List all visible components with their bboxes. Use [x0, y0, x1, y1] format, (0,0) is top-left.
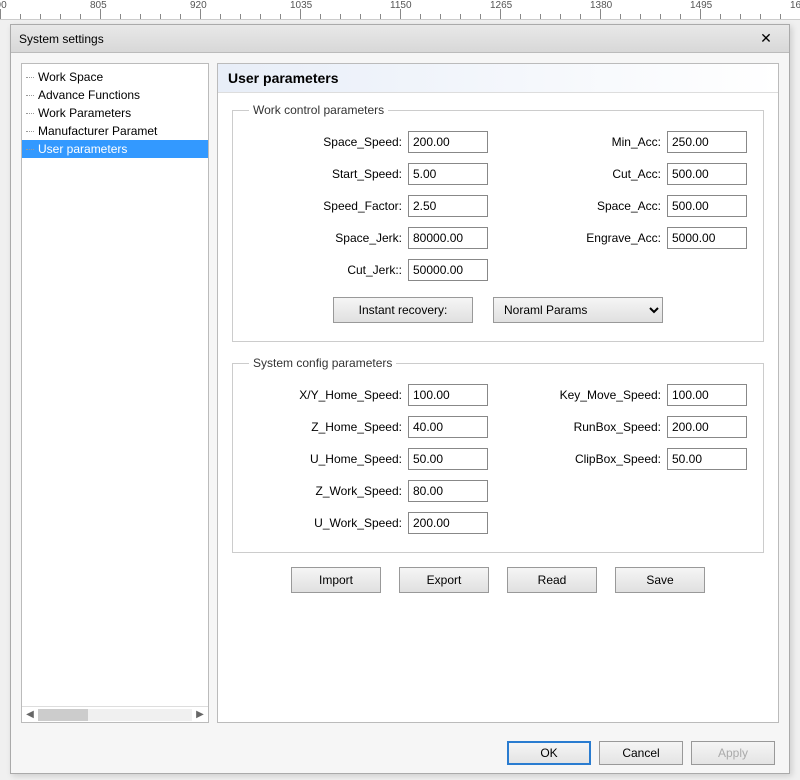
speed-factor-input[interactable] [408, 195, 488, 217]
param-label: Start_Speed: [332, 167, 402, 181]
system-config-parameters-group: System config parameters X/Y_Home_Speed:… [232, 356, 764, 553]
page-title: User parameters [218, 64, 778, 93]
runbox-speed-input[interactable] [667, 416, 747, 438]
dialog-title: System settings [19, 32, 104, 46]
param-label: Z_Home_Speed: [311, 420, 402, 434]
param-label: Space_Jerk: [335, 231, 402, 245]
ruler-label: 805 [90, 0, 107, 11]
param-row: ClipBox_Speed: [508, 448, 747, 470]
param-label: Cut_Acc: [612, 167, 661, 181]
param-label: ClipBox_Speed: [575, 452, 661, 466]
titlebar: System settings ✕ [11, 25, 789, 53]
tree-item-work-space[interactable]: Work Space [22, 68, 208, 86]
tree-item-manufacturer-paramet[interactable]: Manufacturer Paramet [22, 122, 208, 140]
ruler-label: 1265 [490, 0, 512, 11]
key-move-speed-input[interactable] [667, 384, 747, 406]
param-label: Space_Speed: [323, 135, 402, 149]
param-row: Key_Move_Speed: [508, 384, 747, 406]
param-row: Min_Acc: [508, 131, 747, 153]
dialog-body: Work SpaceAdvance FunctionsWork Paramete… [11, 53, 789, 733]
min-acc-input[interactable] [667, 131, 747, 153]
cancel-button[interactable]: Cancel [599, 741, 683, 765]
scroll-right-icon[interactable]: ▶ [192, 709, 208, 720]
param-label: Engrave_Acc: [586, 231, 661, 245]
content-inner: Work control parameters Space_Speed: Star… [218, 93, 778, 603]
param-row: Z_Work_Speed: [249, 480, 488, 502]
param-label: Min_Acc: [612, 135, 661, 149]
ruler-label: 920 [190, 0, 207, 11]
param-row: X/Y_Home_Speed: [249, 384, 488, 406]
param-row: U_Home_Speed: [249, 448, 488, 470]
tree-item-user-parameters[interactable]: User parameters [22, 140, 208, 158]
u-work-speed-input[interactable] [408, 512, 488, 534]
param-row: RunBox_Speed: [508, 416, 747, 438]
tree-item-advance-functions[interactable]: Advance Functions [22, 86, 208, 104]
param-label: Cut_Jerk:: [347, 263, 402, 277]
group-legend: System config parameters [249, 356, 396, 370]
group-legend: Work control parameters [249, 103, 388, 117]
param-row: Cut_Acc: [508, 163, 747, 185]
content-panel: User parameters Work control parameters … [217, 63, 779, 723]
param-label: Space_Acc: [597, 199, 661, 213]
start-speed-input[interactable] [408, 163, 488, 185]
param-label: X/Y_Home_Speed: [299, 388, 402, 402]
ruler-label: 690 [0, 0, 7, 11]
settings-tree: Work SpaceAdvance FunctionsWork Paramete… [22, 64, 208, 706]
param-row: Space_Speed: [249, 131, 488, 153]
ruler-label: 1380 [590, 0, 612, 11]
param-label: U_Home_Speed: [310, 452, 402, 466]
scroll-left-icon[interactable]: ◀ [22, 709, 38, 720]
param-label: Z_Work_Speed: [316, 484, 403, 498]
param-row: U_Work_Speed: [249, 512, 488, 534]
param-label: RunBox_Speed: [574, 420, 661, 434]
param-row: Start_Speed: [249, 163, 488, 185]
scroll-track[interactable] [38, 709, 192, 721]
read-button[interactable]: Read [507, 567, 597, 593]
import-button[interactable]: Import [291, 567, 381, 593]
ok-button[interactable]: OK [507, 741, 591, 765]
space-speed-input[interactable] [408, 131, 488, 153]
ruler-label: 1610 [790, 0, 800, 11]
recovery-params-select[interactable]: Noraml Params [493, 297, 663, 323]
param-label: Speed_Factor: [323, 199, 402, 213]
tree-item-work-parameters[interactable]: Work Parameters [22, 104, 208, 122]
param-row: Cut_Jerk:: [249, 259, 488, 281]
engrave-acc-input[interactable] [667, 227, 747, 249]
param-label: Key_Move_Speed: [560, 388, 661, 402]
param-row: Space_Jerk: [249, 227, 488, 249]
param-row: Space_Acc: [508, 195, 747, 217]
clipbox-speed-input[interactable] [667, 448, 747, 470]
apply-button[interactable]: Apply [691, 741, 775, 765]
cut-jerk-input[interactable] [408, 259, 488, 281]
z-work-speed-input[interactable] [408, 480, 488, 502]
dialog-buttons: OK Cancel Apply [507, 741, 775, 765]
ruler-label: 1495 [690, 0, 712, 11]
close-icon[interactable]: ✕ [751, 30, 781, 47]
ruler-label: 1035 [290, 0, 312, 11]
space-acc-input[interactable] [667, 195, 747, 217]
param-row: Engrave_Acc: [508, 227, 747, 249]
z-home-speed-input[interactable] [408, 416, 488, 438]
instant-recovery-button[interactable]: Instant recovery: [333, 297, 473, 323]
save-button[interactable]: Save [615, 567, 705, 593]
export-button[interactable]: Export [399, 567, 489, 593]
param-row: Z_Home_Speed: [249, 416, 488, 438]
param-row: Speed_Factor: [249, 195, 488, 217]
u-home-speed-input[interactable] [408, 448, 488, 470]
cut-acc-input[interactable] [667, 163, 747, 185]
ruler: 690805920103511501265138014951610 [0, 0, 800, 20]
system-settings-dialog: System settings ✕ Work SpaceAdvance Func… [10, 24, 790, 774]
tree-horizontal-scrollbar[interactable]: ◀ ▶ [22, 706, 208, 722]
tree-panel: Work SpaceAdvance FunctionsWork Paramete… [21, 63, 209, 723]
space-jerk-input[interactable] [408, 227, 488, 249]
work-control-parameters-group: Work control parameters Space_Speed: Star… [232, 103, 764, 342]
x-y-home-speed-input[interactable] [408, 384, 488, 406]
action-row: Import Export Read Save [232, 567, 764, 593]
scroll-thumb[interactable] [38, 709, 88, 721]
param-label: U_Work_Speed: [314, 516, 402, 530]
